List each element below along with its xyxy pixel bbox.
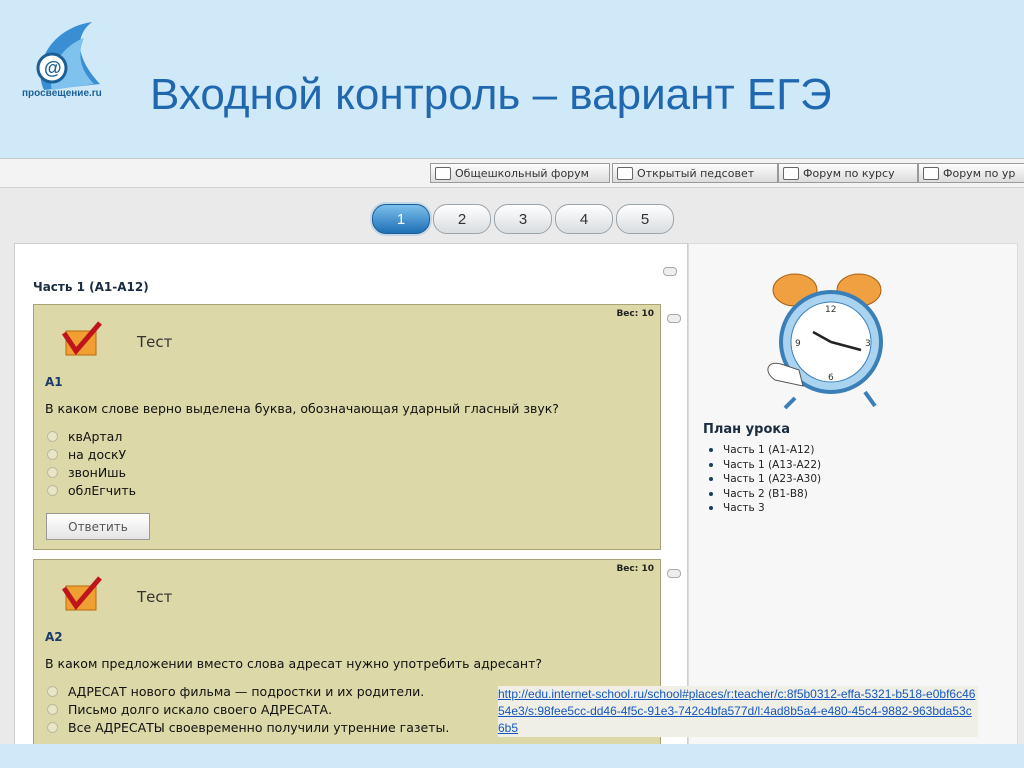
svg-text:9: 9 — [795, 339, 801, 349]
question-text: В каком слове верно выделена буква, обоз… — [45, 401, 559, 416]
page-navigation: 1 2 3 4 5 — [372, 204, 677, 234]
forum-button-school[interactable]: Общешкольный форум — [430, 163, 610, 183]
option-label: Письмо долго искало своего АДРЕСАТА. — [68, 702, 333, 717]
source-link[interactable]: http://edu.internet-school.ru/school#pla… — [498, 686, 978, 737]
link-icon[interactable] — [667, 314, 681, 323]
page-button-3[interactable]: 3 — [494, 204, 552, 234]
radio-button[interactable] — [47, 722, 58, 733]
radio-button[interactable] — [47, 686, 58, 697]
svg-text:12: 12 — [825, 305, 836, 315]
lesson-screenshot: Общешкольный форум Открытый педсовет Фор… — [0, 158, 1024, 745]
lesson-plan-item[interactable]: Часть 3 — [709, 502, 821, 514]
logo-text: просвещение.ru — [22, 88, 102, 99]
alarm-clock-icon: 12 3 6 9 — [767, 273, 883, 410]
option-label: звонИшь — [68, 465, 126, 480]
question-weight: Вес: 10 — [616, 309, 654, 319]
answer-option[interactable]: облЕгчить — [47, 483, 136, 498]
link-icon[interactable] — [663, 267, 677, 276]
question-number: А2 — [45, 630, 63, 644]
test-checkmark-icon — [62, 576, 102, 611]
forum-button-lesson[interactable]: Форум по ур — [918, 163, 1024, 183]
answer-option[interactable]: Письмо долго искало своего АДРЕСАТА. — [47, 702, 332, 717]
option-label: на доскУ — [68, 447, 127, 462]
lesson-plan-item[interactable]: Часть 1 (А13-А22) — [709, 459, 821, 471]
svg-text:@: @ — [44, 58, 62, 78]
part-heading: Часть 1 (А1-А12) — [33, 280, 149, 294]
question-number: А1 — [45, 375, 63, 389]
lesson-plan-title: План урока — [703, 422, 790, 437]
test-label: Тест — [137, 588, 173, 606]
speech-bubble-icon — [783, 166, 799, 180]
answer-option[interactable]: АДРЕСАТ нового фильма — подростки и их р… — [47, 684, 424, 699]
lesson-plan-item[interactable]: Часть 2 (В1-В8) — [709, 488, 821, 500]
speech-bubble-icon — [435, 166, 451, 180]
radio-button[interactable] — [47, 485, 58, 496]
test-checkmark-icon — [62, 321, 102, 356]
forum-button-label: Форум по ур — [943, 166, 1016, 180]
lesson-plan-sidebar: 12 3 6 9 План урока Часть 1 (А1-А12) Час… — [688, 243, 1018, 745]
forum-button-label: Общешкольный форум — [455, 166, 589, 180]
radio-button[interactable] — [47, 467, 58, 478]
option-label: Все АДРЕСАТЫ своевременно получили утрен… — [68, 720, 450, 735]
forum-button-label: Форум по курсу — [803, 166, 895, 180]
speech-bubble-icon — [923, 166, 939, 180]
radio-button[interactable] — [47, 431, 58, 442]
svg-text:6: 6 — [828, 373, 834, 383]
forum-button-pedsovet[interactable]: Открытый педсовет — [612, 163, 778, 183]
question-weight: Вес: 10 — [616, 564, 654, 574]
page-button-5[interactable]: 5 — [616, 204, 674, 234]
radio-button[interactable] — [47, 449, 58, 460]
page-button-2[interactable]: 2 — [433, 204, 491, 234]
slide-header: @ просвещение.ru Входной контроль – вари… — [0, 0, 1024, 158]
question-card-a1: Вес: 10 Тест А1 В каком слове верно выде… — [33, 304, 661, 550]
lesson-plan-item[interactable]: Часть 1 (А1-А12) — [709, 444, 821, 456]
lesson-plan-item[interactable]: Часть 1 (А23-А30) — [709, 473, 821, 485]
test-content-panel: Часть 1 (А1-А12) Вес: 10 Тест А1 В каком… — [14, 243, 688, 745]
test-label: Тест — [137, 333, 173, 351]
radio-button[interactable] — [47, 704, 58, 715]
answer-option[interactable]: квАртал — [47, 429, 122, 444]
answer-option[interactable]: звонИшь — [47, 465, 126, 480]
forum-button-label: Открытый педсовет — [637, 166, 755, 180]
submit-answer-button[interactable]: Ответить — [46, 513, 150, 540]
slide-title: Входной контроль – вариант ЕГЭ — [150, 70, 832, 119]
forum-button-course[interactable]: Форум по курсу — [778, 163, 918, 183]
answer-option[interactable]: Все АДРЕСАТЫ своевременно получили утрен… — [47, 720, 449, 735]
page-button-1[interactable]: 1 — [372, 204, 430, 234]
answer-option[interactable]: на доскУ — [47, 447, 126, 462]
link-icon[interactable] — [667, 569, 681, 578]
forum-toolbar: Общешкольный форум Открытый педсовет Фор… — [0, 159, 1024, 188]
option-label: облЕгчить — [68, 483, 136, 498]
page-button-4[interactable]: 4 — [555, 204, 613, 234]
svg-text:3: 3 — [865, 339, 871, 349]
slide-footer — [0, 744, 1024, 768]
lesson-plan-list: Часть 1 (А1-А12) Часть 1 (А13-А22) Часть… — [709, 444, 821, 517]
question-text: В каком предложении вместо слова адресат… — [45, 656, 543, 671]
option-label: квАртал — [68, 429, 123, 444]
option-label: АДРЕСАТ нового фильма — подростки и их р… — [68, 684, 425, 699]
speech-bubble-icon — [617, 166, 633, 180]
